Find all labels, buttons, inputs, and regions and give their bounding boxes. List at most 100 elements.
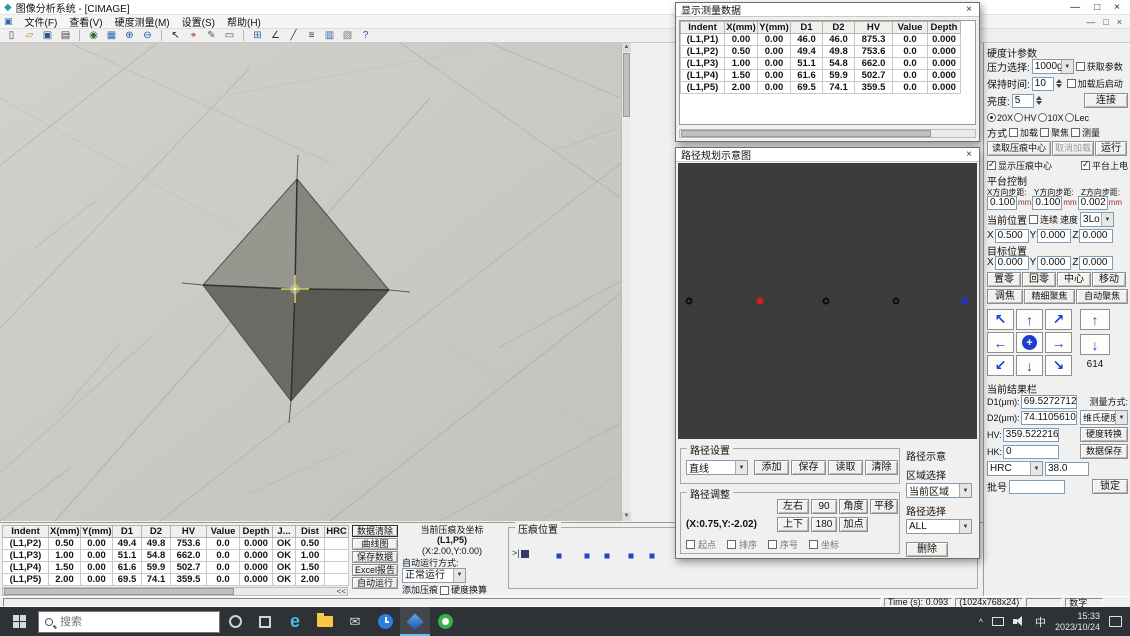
run-button[interactable]: 运行 <box>1095 141 1127 156</box>
excel-report-button[interactable]: Excel报告 <box>352 564 398 576</box>
maximize-button[interactable]: □ <box>1094 2 1100 13</box>
save-icon[interactable]: ▣ <box>40 30 55 42</box>
cancel-load-button[interactable]: 取消加载 <box>1052 141 1094 156</box>
results-table-hscroll[interactable]: << <box>2 587 348 596</box>
display-tray-icon[interactable] <box>992 617 1004 626</box>
connect-button[interactable]: 连接 <box>1084 93 1128 108</box>
cimage-app-icon[interactable] <box>400 607 430 636</box>
speed-select[interactable]: 3Lo▼ <box>1080 212 1114 227</box>
focus-checkbox[interactable] <box>1040 128 1049 137</box>
image-vertical-scrollbar[interactable]: ▲ ▼ <box>621 43 630 521</box>
volume-icon[interactable] <box>1013 616 1026 627</box>
rotate-180-button[interactable]: 180 <box>811 517 837 532</box>
column-header[interactable]: D2 <box>823 22 855 34</box>
step-y-input[interactable]: 0.100 <box>1032 196 1062 210</box>
jog-up-right-button[interactable]: ↗ <box>1045 309 1072 330</box>
current-z-input[interactable]: 0.000 <box>1079 229 1113 243</box>
brightness-stepper[interactable] <box>1036 96 1045 105</box>
table-row[interactable]: (L1,P4)1.500.0061.659.9502.70.00.000 <box>681 70 961 82</box>
flip-lr-button[interactable]: 左右 <box>777 499 809 514</box>
curve-chart-button[interactable]: 曲线图 <box>352 538 398 550</box>
menu-hardness[interactable]: 硬度测量(M) <box>115 14 170 29</box>
scroll-up-icon[interactable]: ▲ <box>622 43 631 52</box>
brightness-input[interactable]: 5 <box>1012 94 1034 108</box>
center-button[interactable]: 中心 <box>1057 272 1091 287</box>
column-header[interactable]: HV <box>171 526 207 538</box>
auto-focus-button[interactable]: 自动聚焦 <box>1076 289 1128 304</box>
auto-run-mode-select[interactable]: 正常运行▼ <box>402 568 466 583</box>
pan-button[interactable]: 平移 <box>870 499 898 514</box>
tray-expand-icon[interactable]: ^ <box>979 617 983 627</box>
table-row[interactable]: (L1,P2)0.500.0049.449.8753.60.00.000OK0.… <box>3 538 349 550</box>
clear-data-button[interactable]: 数据清除 <box>352 525 398 537</box>
hardness-convert-button[interactable]: 硬度转换 <box>1080 427 1128 442</box>
help-icon[interactable]: ? <box>358 30 373 42</box>
continuous-checkbox[interactable] <box>1029 215 1038 224</box>
current-x-input[interactable]: 0.500 <box>995 229 1029 243</box>
target-z-input[interactable]: 0.000 <box>1079 256 1113 270</box>
table-row[interactable]: (L1,P5)2.000.0069.574.1359.50.00.000OK2.… <box>3 574 349 586</box>
measure-checkbox[interactable] <box>1071 128 1080 137</box>
column-header[interactable]: Depth <box>928 22 961 34</box>
column-header[interactable]: X(mm) <box>725 22 758 34</box>
objective-20x-radio[interactable] <box>987 113 996 122</box>
get-params-checkbox[interactable] <box>1076 62 1085 71</box>
close-button[interactable]: × <box>1114 2 1120 13</box>
path-type-select[interactable]: 直线▼ <box>686 460 748 475</box>
line-icon[interactable]: ╱ <box>286 30 301 42</box>
scroll-thumb[interactable] <box>681 130 931 137</box>
path-point[interactable] <box>893 298 900 305</box>
open-folder-icon[interactable]: ▱ <box>22 30 37 42</box>
start-button[interactable] <box>0 607 38 636</box>
objective-hv-radio[interactable] <box>1014 113 1023 122</box>
pressure-select[interactable]: 1000g▼ <box>1032 59 1074 74</box>
pencil-icon[interactable]: ✎ <box>204 30 219 42</box>
search-input[interactable] <box>58 615 188 629</box>
file-explorer-icon[interactable] <box>310 607 340 636</box>
column-header[interactable]: Dist <box>296 526 325 538</box>
column-header[interactable]: Y(mm) <box>81 526 113 538</box>
jog-down-right-button[interactable]: ↘ <box>1045 355 1072 376</box>
clock-app-icon[interactable] <box>370 607 400 636</box>
indent-mark[interactable] <box>650 554 655 559</box>
specimen-image-view[interactable]: ▲ ▼ <box>0 43 630 521</box>
save-data-button[interactable]: 数据保存 <box>1080 444 1128 459</box>
target-x-input[interactable]: 0.000 <box>995 256 1029 270</box>
column-header[interactable]: HRC <box>325 526 349 538</box>
crosshair-icon[interactable]: ⌖ <box>186 30 201 42</box>
after-load-checkbox[interactable] <box>1067 79 1076 88</box>
mdi-minimize-button[interactable]: — <box>1086 17 1095 27</box>
menu-file[interactable]: 文件(F) <box>25 14 58 29</box>
index-checkbox[interactable] <box>768 540 777 549</box>
column-header[interactable]: Y(mm) <box>758 22 791 34</box>
jog-left-button[interactable]: ← <box>987 332 1014 353</box>
path-save-button[interactable]: 保存 <box>791 460 826 475</box>
path-point[interactable] <box>686 298 693 305</box>
table-row[interactable]: (L1,P2)0.500.0049.449.8753.60.00.000 <box>681 46 961 58</box>
measure-window-titlebar[interactable]: 显示测量数据 × <box>676 3 979 17</box>
path-clear-button[interactable]: 清除 <box>865 460 898 475</box>
grid-icon[interactable]: ⊞ <box>250 30 265 42</box>
path-point[interactable] <box>823 298 830 305</box>
minimize-button[interactable]: — <box>1070 2 1080 13</box>
ime-language-indicator[interactable]: 中 <box>1035 614 1046 630</box>
rect-select-icon[interactable]: ▭ <box>222 30 237 42</box>
action-center-icon[interactable] <box>1109 616 1122 627</box>
path-window-titlebar[interactable]: 路径规划示意图 × <box>676 148 979 162</box>
focus-button[interactable]: 调焦 <box>987 289 1023 304</box>
column-header[interactable]: X(mm) <box>49 526 81 538</box>
region-select[interactable]: 当前区域▼ <box>906 483 972 498</box>
image-icon[interactable]: ▦ <box>104 30 119 42</box>
path-select[interactable]: ALL▼ <box>906 519 972 534</box>
close-icon[interactable]: × <box>964 4 974 15</box>
column-header[interactable]: Indent <box>681 22 725 34</box>
add-indent-label[interactable]: 添加压痕 <box>402 585 438 595</box>
batch-input[interactable] <box>1009 480 1065 494</box>
capture-icon[interactable]: ◉ <box>86 30 101 42</box>
table-row[interactable]: (L1,P4)1.500.0061.659.9502.70.00.000OK1.… <box>3 562 349 574</box>
menu-help[interactable]: 帮助(H) <box>227 14 261 29</box>
measure-table-hscroll[interactable] <box>679 129 976 138</box>
hold-time-stepper[interactable] <box>1056 79 1065 88</box>
platform-power-checkbox[interactable] <box>1081 161 1090 170</box>
print-icon[interactable]: ▤ <box>58 30 73 42</box>
